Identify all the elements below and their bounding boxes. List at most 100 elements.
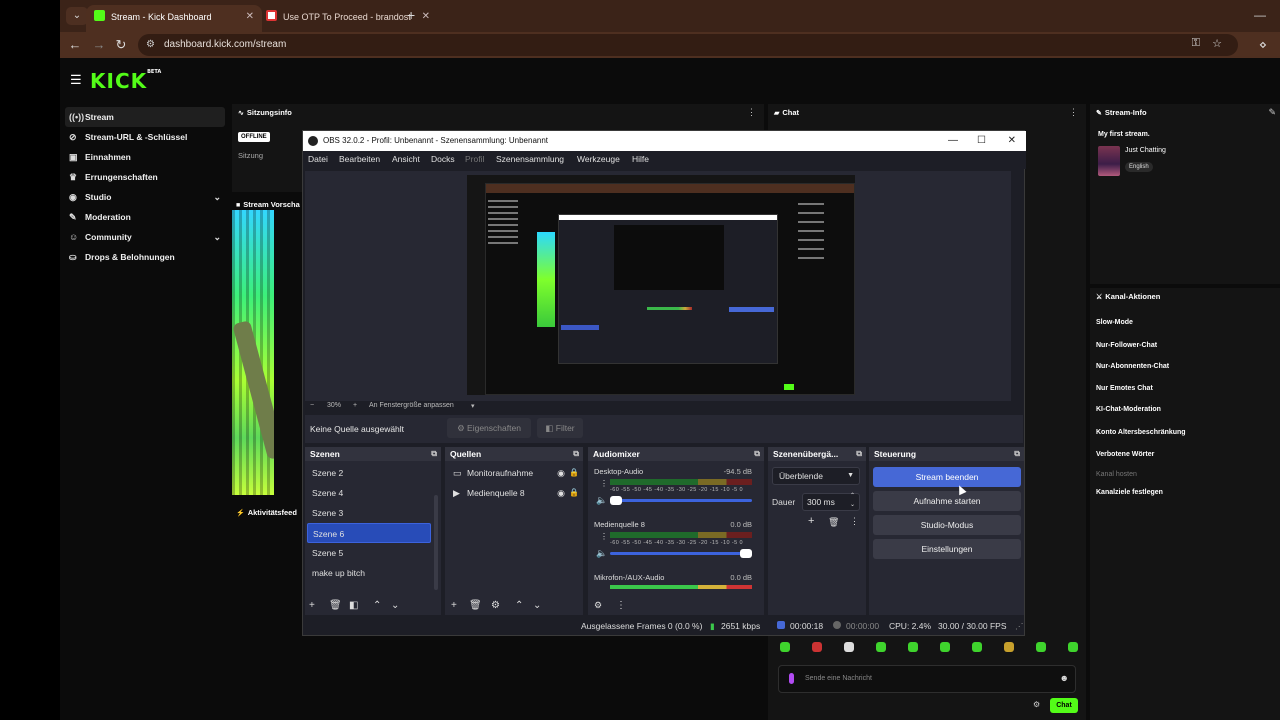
scrollbar[interactable]: [434, 495, 438, 590]
new-tab-icon[interactable]: +: [407, 7, 415, 23]
emote-icon[interactable]: [780, 642, 790, 652]
speaker-icon[interactable]: 🔈: [596, 495, 607, 506]
action-subscriber-chat[interactable]: Nur-Abonnenten-Chat: [1096, 363, 1169, 370]
lock-icon[interactable]: 🔒: [569, 483, 579, 503]
trash-icon[interactable]: 🗑: [469, 600, 482, 611]
obs-preview-canvas[interactable]: [305, 171, 1011, 401]
action-slow-mode[interactable]: Slow-Mode: [1096, 319, 1133, 326]
category-name[interactable]: Just Chatting: [1125, 147, 1166, 154]
edit-icon[interactable]: ✎: [1268, 107, 1276, 118]
menu-tools[interactable]: Werkzeuge: [577, 154, 620, 164]
back-icon[interactable]: ←: [66, 36, 84, 54]
menu-file[interactable]: Datei: [308, 154, 328, 164]
action-follower-chat[interactable]: Nur-Follower-Chat: [1096, 342, 1157, 349]
audio-settings-icon[interactable]: ⚙: [594, 600, 602, 611]
chat-message-input[interactable]: Sende eine Nachricht ☻: [778, 665, 1076, 693]
address-bar[interactable]: ⚙ dashboard.kick.com/stream ⚿ ☆: [138, 34, 1238, 56]
emoji-icon[interactable]: ☻: [1060, 673, 1069, 683]
kick-logo[interactable]: KICKBETA: [90, 69, 161, 93]
add-icon[interactable]: +: [309, 600, 315, 611]
more-icon[interactable]: ⋮: [747, 107, 756, 118]
emote-icon[interactable]: [1004, 642, 1014, 652]
action-banned-words[interactable]: Verbotene Wörter: [1096, 451, 1154, 458]
sidebar-item-stream[interactable]: ((•)) Stream: [65, 107, 225, 127]
transition-select[interactable]: Überblende ▼: [772, 467, 860, 485]
trash-icon[interactable]: 🗑: [828, 517, 839, 528]
move-down-icon[interactable]: ⌄: [391, 600, 399, 611]
scene-item[interactable]: Szene 3: [307, 503, 431, 523]
emote-icon[interactable]: [1068, 642, 1078, 652]
extensions-icon[interactable]: ⋄: [1254, 36, 1272, 54]
fit-window-button[interactable]: An Fenstergröße anpassen: [369, 402, 454, 409]
source-item[interactable]: ▭ Monitoraufnahme ◉ 🔒: [447, 463, 581, 483]
undock-icon[interactable]: ⧉: [754, 447, 760, 461]
undock-icon[interactable]: ⧉: [856, 447, 862, 461]
source-item[interactable]: ▶ Medienquelle 8 ◉ 🔒: [447, 483, 581, 503]
menu-view[interactable]: Ansicht: [392, 154, 420, 164]
volume-slider[interactable]: [610, 496, 752, 505]
scene-item[interactable]: Szene 4: [307, 483, 431, 503]
channel-menu-icon[interactable]: ⋮: [600, 532, 608, 541]
visibility-eye-icon[interactable]: ◉: [557, 483, 565, 503]
channel-menu-icon[interactable]: ⋮: [600, 479, 608, 488]
visibility-eye-icon[interactable]: ◉: [557, 463, 565, 483]
scene-item[interactable]: make up bitch: [307, 563, 431, 583]
undock-icon[interactable]: ⧉: [1014, 447, 1020, 461]
emote-icon[interactable]: [940, 642, 950, 652]
bookmark-star-icon[interactable]: ☆: [1212, 37, 1222, 50]
password-key-icon[interactable]: ⚿: [1192, 37, 1200, 50]
stream-preview-video[interactable]: [232, 210, 274, 495]
scene-item[interactable]: Szene 5: [307, 543, 431, 563]
close-tab-icon[interactable]: ✕: [246, 5, 254, 29]
more-icon[interactable]: ⋮: [616, 600, 626, 611]
trash-icon[interactable]: 🗑: [329, 600, 342, 611]
emote-icon[interactable]: [844, 642, 854, 652]
sidebar-item-stream-url[interactable]: ⊘ Stream-URL & -Schlüssel: [65, 127, 225, 147]
action-age-restriction[interactable]: Konto Altersbeschränkung: [1096, 429, 1186, 436]
volume-slider[interactable]: [610, 549, 752, 558]
duration-spinbox[interactable]: 300 ms ⌃ ⌄: [802, 493, 860, 511]
tab-search-icon[interactable]: ⌄: [66, 7, 88, 25]
emote-icon[interactable]: [812, 642, 822, 652]
speaker-icon[interactable]: 🔈: [596, 548, 607, 559]
sidebar-item-achievements[interactable]: ♛ Errungenschaften: [65, 167, 225, 187]
properties-button[interactable]: ⚙ Eigenschaften: [447, 418, 531, 438]
chevron-down-icon[interactable]: ▾: [471, 402, 475, 410]
action-emote-chat[interactable]: Nur Emotes Chat: [1096, 385, 1153, 392]
start-recording-button[interactable]: Aufnahme starten: [873, 491, 1021, 511]
move-down-icon[interactable]: ⌄: [533, 600, 541, 611]
more-icon[interactable]: ⋮: [1069, 107, 1078, 118]
menu-scene-collection[interactable]: Szenensammlung: [496, 154, 564, 164]
more-icon[interactable]: ⋮: [850, 516, 859, 527]
url-text[interactable]: dashboard.kick.com/stream: [164, 39, 286, 50]
emote-icon[interactable]: [972, 642, 982, 652]
menu-docks[interactable]: Docks: [431, 154, 455, 164]
menu-profile[interactable]: Profil: [465, 154, 484, 164]
zoom-out-button[interactable]: −: [310, 402, 314, 409]
forward-icon[interactable]: →: [90, 36, 108, 54]
action-ai-moderation[interactable]: KI-Chat-Moderation: [1096, 406, 1161, 413]
menu-icon[interactable]: ☰: [70, 72, 82, 88]
action-set-goals[interactable]: Kanalziele festlegen: [1096, 489, 1163, 496]
chat-send-button[interactable]: Chat: [1050, 698, 1078, 713]
studio-mode-button[interactable]: Studio-Modus: [873, 515, 1021, 535]
stop-stream-button[interactable]: Stream beenden: [873, 467, 1021, 487]
scene-item[interactable]: Szene 2: [307, 463, 431, 483]
close-tab-icon[interactable]: ✕: [422, 5, 430, 29]
filter-button[interactable]: ◧ Filter: [537, 418, 583, 438]
mic-icon[interactable]: [789, 673, 794, 684]
move-up-icon[interactable]: ⌃: [515, 600, 523, 611]
site-info-icon[interactable]: ⚙: [146, 39, 158, 51]
menu-help[interactable]: Hilfe: [632, 154, 649, 164]
category-thumbnail[interactable]: [1098, 146, 1120, 176]
slider-knob[interactable]: [740, 549, 752, 558]
slider-knob[interactable]: [610, 496, 622, 505]
sidebar-item-moderation[interactable]: ✎ Moderation: [65, 207, 225, 227]
scene-filter-icon[interactable]: ◧: [349, 600, 358, 611]
sidebar-item-earnings[interactable]: ▣ Einnahmen: [65, 147, 225, 167]
chat-settings-icon[interactable]: ⚙: [1033, 700, 1040, 709]
spin-arrows-icon[interactable]: ⌃ ⌄: [850, 492, 855, 510]
emote-icon[interactable]: [876, 642, 886, 652]
resize-grip-icon[interactable]: ⋰: [1015, 621, 1024, 632]
zoom-in-button[interactable]: +: [353, 402, 357, 409]
